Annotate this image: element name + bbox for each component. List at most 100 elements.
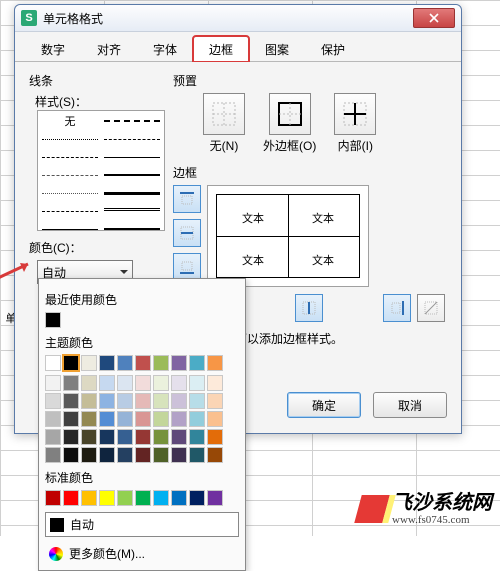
color-swatch[interactable] bbox=[117, 411, 133, 427]
color-swatch[interactable] bbox=[135, 355, 151, 371]
style-dot[interactable] bbox=[42, 131, 98, 147]
style-medium[interactable] bbox=[104, 167, 160, 183]
color-swatch[interactable] bbox=[189, 429, 205, 445]
color-swatch[interactable] bbox=[171, 393, 187, 409]
color-swatch[interactable] bbox=[153, 355, 169, 371]
color-swatch[interactable] bbox=[99, 375, 115, 391]
color-swatch[interactable] bbox=[45, 355, 61, 371]
auto-color-row[interactable]: 自动 bbox=[45, 512, 239, 537]
ok-button[interactable]: 确定 bbox=[287, 392, 361, 418]
style-hair[interactable] bbox=[42, 221, 98, 237]
border-right-button[interactable] bbox=[383, 294, 411, 322]
color-swatch[interactable] bbox=[189, 411, 205, 427]
color-swatch[interactable] bbox=[207, 429, 223, 445]
color-swatch[interactable] bbox=[171, 447, 187, 463]
tab-protect[interactable]: 保护 bbox=[305, 36, 361, 62]
border-top-button[interactable] bbox=[173, 185, 201, 213]
color-swatch[interactable] bbox=[171, 411, 187, 427]
color-swatch[interactable] bbox=[81, 375, 97, 391]
color-swatch[interactable] bbox=[117, 393, 133, 409]
color-swatch[interactable] bbox=[189, 447, 205, 463]
color-swatch[interactable] bbox=[135, 393, 151, 409]
style-dashdot2[interactable] bbox=[42, 203, 98, 219]
style-none[interactable]: 无 bbox=[42, 113, 98, 129]
color-swatch[interactable] bbox=[99, 490, 115, 506]
color-swatch[interactable] bbox=[63, 375, 79, 391]
color-swatch[interactable] bbox=[45, 393, 61, 409]
color-swatch[interactable] bbox=[81, 447, 97, 463]
color-swatch[interactable] bbox=[171, 375, 187, 391]
color-swatch[interactable] bbox=[99, 355, 115, 371]
color-swatch[interactable] bbox=[63, 411, 79, 427]
color-swatch[interactable] bbox=[99, 411, 115, 427]
color-swatch[interactable] bbox=[45, 429, 61, 445]
color-swatch[interactable] bbox=[45, 375, 61, 391]
tab-align[interactable]: 对齐 bbox=[81, 36, 137, 62]
preset-outer-button[interactable] bbox=[269, 93, 311, 135]
border-bottom-button[interactable] bbox=[173, 253, 201, 281]
color-swatch[interactable] bbox=[189, 393, 205, 409]
color-swatch[interactable] bbox=[63, 355, 79, 371]
color-swatch[interactable] bbox=[117, 447, 133, 463]
color-swatch[interactable] bbox=[99, 447, 115, 463]
color-swatch[interactable] bbox=[81, 490, 97, 506]
color-swatch[interactable] bbox=[207, 375, 223, 391]
preset-none-button[interactable] bbox=[203, 93, 245, 135]
preset-inner-button[interactable] bbox=[334, 93, 376, 135]
tab-number[interactable]: 数字 bbox=[25, 36, 81, 62]
color-swatch[interactable] bbox=[99, 429, 115, 445]
color-swatch[interactable] bbox=[81, 355, 97, 371]
color-swatch[interactable] bbox=[45, 447, 61, 463]
color-swatch[interactable] bbox=[63, 447, 79, 463]
color-swatch[interactable] bbox=[153, 393, 169, 409]
color-swatch[interactable] bbox=[63, 393, 79, 409]
color-swatch[interactable] bbox=[153, 429, 169, 445]
color-swatch[interactable] bbox=[135, 411, 151, 427]
color-swatch[interactable] bbox=[117, 375, 133, 391]
cancel-button[interactable]: 取消 bbox=[373, 392, 447, 418]
more-colors-row[interactable]: 更多颜色(M)... bbox=[45, 543, 239, 564]
color-swatch[interactable] bbox=[117, 490, 133, 506]
style-thin[interactable] bbox=[104, 149, 160, 165]
border-diag-up-button[interactable] bbox=[417, 294, 445, 322]
color-swatch[interactable] bbox=[81, 411, 97, 427]
color-swatch[interactable] bbox=[189, 490, 205, 506]
color-swatch[interactable] bbox=[117, 429, 133, 445]
close-button[interactable] bbox=[413, 8, 455, 28]
color-swatch[interactable] bbox=[135, 447, 151, 463]
color-swatch[interactable] bbox=[153, 411, 169, 427]
color-swatch[interactable] bbox=[207, 355, 223, 371]
style-dotdash[interactable] bbox=[42, 185, 98, 201]
style-selected[interactable] bbox=[104, 221, 160, 237]
color-swatch[interactable] bbox=[207, 393, 223, 409]
color-swatch[interactable] bbox=[99, 393, 115, 409]
color-swatch[interactable] bbox=[189, 355, 205, 371]
style-double[interactable] bbox=[104, 203, 160, 219]
color-swatch[interactable] bbox=[63, 429, 79, 445]
tab-pattern[interactable]: 图案 bbox=[249, 36, 305, 62]
color-swatch[interactable] bbox=[63, 490, 79, 506]
color-swatch[interactable] bbox=[135, 429, 151, 445]
color-swatch[interactable] bbox=[171, 429, 187, 445]
color-swatch[interactable] bbox=[189, 375, 205, 391]
style-dashgrey[interactable] bbox=[42, 167, 98, 183]
border-hmid-button[interactable] bbox=[173, 219, 201, 247]
color-swatch[interactable] bbox=[135, 375, 151, 391]
color-swatch[interactable] bbox=[135, 490, 151, 506]
style-dashdot[interactable] bbox=[104, 131, 160, 147]
color-swatch[interactable] bbox=[171, 355, 187, 371]
style-thick[interactable] bbox=[104, 185, 160, 201]
tab-font[interactable]: 字体 bbox=[137, 36, 193, 62]
style-dash[interactable] bbox=[42, 149, 98, 165]
color-swatch[interactable] bbox=[81, 393, 97, 409]
border-preview[interactable]: 文本 文本 文本 文本 bbox=[207, 185, 369, 287]
color-swatch[interactable] bbox=[171, 490, 187, 506]
color-swatch[interactable] bbox=[153, 490, 169, 506]
titlebar[interactable]: S 单元格格式 bbox=[15, 5, 461, 32]
color-swatch[interactable] bbox=[207, 490, 223, 506]
color-swatch[interactable] bbox=[207, 411, 223, 427]
color-swatch[interactable] bbox=[207, 447, 223, 463]
tab-border[interactable]: 边框 bbox=[193, 36, 249, 62]
recent-color-swatch[interactable] bbox=[45, 312, 61, 328]
color-swatch[interactable] bbox=[153, 375, 169, 391]
